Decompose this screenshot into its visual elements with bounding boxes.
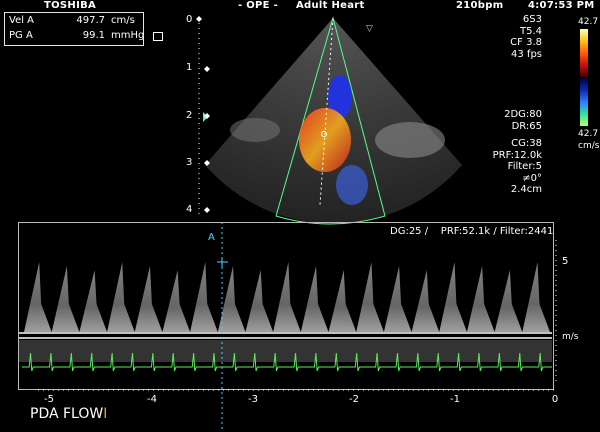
doppler-envelope [466, 266, 495, 332]
text-cursor-icon: I [103, 406, 108, 422]
doppler-envelope [107, 262, 135, 332]
doppler-envelope [383, 266, 412, 332]
time-label: -4 [147, 394, 157, 405]
doppler-envelope [245, 270, 274, 332]
time-label: 0 [551, 394, 559, 405]
doppler-envelope [273, 262, 301, 332]
doppler-envelope [439, 262, 467, 332]
doppler-envelope [522, 262, 550, 332]
time-label: -3 [248, 394, 258, 405]
reverse-flow-band [19, 340, 552, 362]
annotation-caption: PDA FLOWI [30, 406, 108, 422]
doppler-envelope [356, 262, 384, 332]
spectral-trace [19, 222, 557, 432]
spectral-waveforms [24, 262, 550, 332]
time-label: -1 [450, 394, 460, 405]
doppler-envelope [190, 262, 218, 332]
doppler-envelope [162, 270, 191, 332]
doppler-envelope [328, 270, 357, 332]
doppler-envelope [494, 270, 523, 332]
doppler-envelope [411, 270, 440, 332]
time-label: -2 [349, 394, 359, 405]
doppler-envelope [51, 266, 80, 332]
doppler-envelope [134, 266, 163, 332]
doppler-envelope [24, 262, 52, 332]
doppler-envelope [79, 270, 108, 332]
doppler-envelope [300, 266, 329, 332]
time-label: -5 [44, 394, 54, 405]
